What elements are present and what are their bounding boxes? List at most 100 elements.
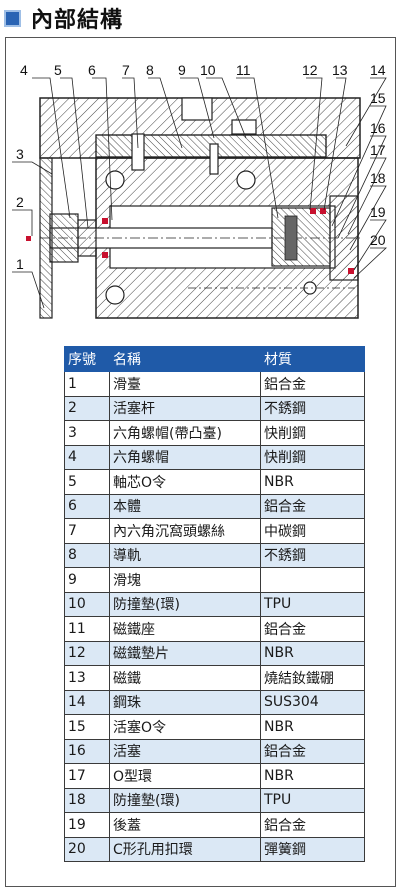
callout-5: 5 bbox=[54, 62, 62, 78]
callout-3: 3 bbox=[16, 146, 24, 162]
cell-number: 19 bbox=[64, 812, 110, 838]
cell-material: 不銹鋼 bbox=[260, 542, 365, 568]
table-row: 10 防撞墊(環) TPU bbox=[64, 591, 365, 617]
cell-name: 本體 bbox=[109, 493, 261, 519]
square-bullet-icon bbox=[4, 9, 21, 27]
cell-number: 4 bbox=[64, 444, 110, 470]
cell-number: 16 bbox=[64, 738, 110, 764]
cell-number: 13 bbox=[64, 665, 110, 691]
callout-19: 19 bbox=[370, 204, 386, 220]
cell-material: 鋁合金 bbox=[260, 738, 365, 764]
cell-name: 六角螺帽(帶凸臺) bbox=[109, 420, 261, 446]
callout-1: 1 bbox=[16, 256, 24, 272]
cell-name: 活塞O令 bbox=[109, 714, 261, 740]
table-row: 2 活塞杆 不銹鋼 bbox=[64, 395, 365, 421]
table-row: 8 導軌 不銹鋼 bbox=[64, 542, 365, 568]
callout-2: 2 bbox=[16, 194, 24, 210]
callout-8: 8 bbox=[146, 62, 154, 78]
cell-number: 14 bbox=[64, 689, 110, 715]
cell-material: SUS304 bbox=[260, 689, 365, 715]
callout-10: 10 bbox=[200, 62, 216, 78]
callout-15: 15 bbox=[370, 90, 386, 106]
column-header-number: 序號 bbox=[64, 346, 110, 372]
cell-name: 磁鐵墊片 bbox=[109, 640, 261, 666]
callout-17: 17 bbox=[370, 142, 386, 158]
cell-number: 15 bbox=[64, 714, 110, 740]
cell-material: 鋁合金 bbox=[260, 812, 365, 838]
callout-11: 11 bbox=[236, 62, 251, 78]
cell-number: 5 bbox=[64, 469, 110, 495]
cell-material: 鋁合金 bbox=[260, 493, 365, 519]
callout-12: 12 bbox=[302, 62, 318, 78]
table-row: 20 C形孔用扣環 彈簧鋼 bbox=[64, 836, 365, 862]
parts-table: 序號 名稱 材質 1 滑臺 鋁合金 2 活塞杆 不銹鋼 3 六角螺帽(帶凸臺) 快削鋼 4 六角螺帽… bbox=[64, 346, 365, 862]
cell-number: 18 bbox=[64, 787, 110, 813]
cell-number: 9 bbox=[64, 567, 110, 593]
cell-number: 6 bbox=[64, 493, 110, 519]
table-row: 19 後蓋 鋁合金 bbox=[64, 812, 365, 838]
table-row: 14 鋼珠 SUS304 bbox=[64, 689, 365, 715]
cell-name: 防撞墊(環) bbox=[109, 591, 261, 617]
table-row: 13 磁鐵 燒結釹鐵硼 bbox=[64, 665, 365, 691]
cell-material: 燒結釹鐵硼 bbox=[260, 665, 365, 691]
table-row: 6 本體 鋁合金 bbox=[64, 493, 365, 519]
table-row: 5 軸芯O令 NBR bbox=[64, 469, 365, 495]
page-title: 內部結構 bbox=[31, 8, 124, 33]
cell-material bbox=[260, 567, 365, 593]
cell-material: NBR bbox=[260, 469, 365, 495]
parts-table-container: 序號 名稱 材質 1 滑臺 鋁合金 2 活塞杆 不銹鋼 3 六角螺帽(帶凸臺) 快削鋼 4 六角螺帽… bbox=[64, 346, 365, 862]
cell-number: 8 bbox=[64, 542, 110, 568]
cell-number: 20 bbox=[64, 836, 110, 862]
cell-material: 快削鋼 bbox=[260, 420, 365, 446]
cell-name: 軸芯O令 bbox=[109, 469, 261, 495]
cell-material: 鋁合金 bbox=[260, 616, 365, 642]
cell-name: 活塞 bbox=[109, 738, 261, 764]
table-row: 17 O型環 NBR bbox=[64, 763, 365, 789]
table-row: 7 內六角沉窩頭螺絲 中碳鋼 bbox=[64, 518, 365, 544]
cylinder-section-drawing: 4 5 6 7 8 9 10 11 12 13 14 15 16 17 18 1… bbox=[12, 62, 388, 319]
cell-material: NBR bbox=[260, 640, 365, 666]
column-header-material: 材質 bbox=[260, 346, 365, 372]
cell-material: 鋁合金 bbox=[260, 371, 365, 397]
table-row: 1 滑臺 鋁合金 bbox=[64, 371, 365, 397]
cell-name: 防撞墊(環) bbox=[109, 787, 261, 813]
cell-material: 彈簧鋼 bbox=[260, 836, 365, 862]
cell-number: 1 bbox=[64, 371, 110, 397]
table-row: 12 磁鐵墊片 NBR bbox=[64, 640, 365, 666]
column-header-name: 名稱 bbox=[109, 346, 261, 372]
cell-name: 磁鐵 bbox=[109, 665, 261, 691]
cell-name: 導軌 bbox=[109, 542, 261, 568]
table-row: 16 活塞 鋁合金 bbox=[64, 738, 365, 764]
callout-4: 4 bbox=[20, 62, 28, 78]
cell-number: 11 bbox=[64, 616, 110, 642]
parts-table-header: 序號 名稱 材質 bbox=[64, 346, 365, 372]
cell-number: 17 bbox=[64, 763, 110, 789]
cell-name: 六角螺帽 bbox=[109, 444, 261, 470]
table-row: 11 磁鐵座 鋁合金 bbox=[64, 616, 365, 642]
cell-number: 10 bbox=[64, 591, 110, 617]
callout-14: 14 bbox=[370, 62, 386, 78]
cell-number: 7 bbox=[64, 518, 110, 544]
cell-name: 滑臺 bbox=[109, 371, 261, 397]
cell-name: 鋼珠 bbox=[109, 689, 261, 715]
socket-screw-shape bbox=[131, 133, 145, 171]
callout-18: 18 bbox=[370, 170, 386, 186]
piston-shape bbox=[271, 207, 331, 267]
cell-name: 磁鐵座 bbox=[109, 616, 261, 642]
cell-name: 內六角沉窩頭螺絲 bbox=[109, 518, 261, 544]
cell-name: 後蓋 bbox=[109, 812, 261, 838]
callout-13: 13 bbox=[332, 62, 348, 78]
table-row: 3 六角螺帽(帶凸臺) 快削鋼 bbox=[64, 420, 365, 446]
rear-cover-shape bbox=[329, 195, 359, 281]
cell-material: TPU bbox=[260, 787, 365, 813]
table-row: 18 防撞墊(環) TPU bbox=[64, 787, 365, 813]
page-header: 內部結構 bbox=[4, 4, 124, 33]
cell-name: C形孔用扣環 bbox=[109, 836, 261, 862]
callout-9: 9 bbox=[178, 62, 186, 78]
callout-6: 6 bbox=[88, 62, 96, 78]
cell-material: NBR bbox=[260, 714, 365, 740]
cell-material: 不銹鋼 bbox=[260, 395, 365, 421]
cell-material: 中碳鋼 bbox=[260, 518, 365, 544]
cell-material: NBR bbox=[260, 763, 365, 789]
table-row: 4 六角螺帽 快削鋼 bbox=[64, 444, 365, 470]
